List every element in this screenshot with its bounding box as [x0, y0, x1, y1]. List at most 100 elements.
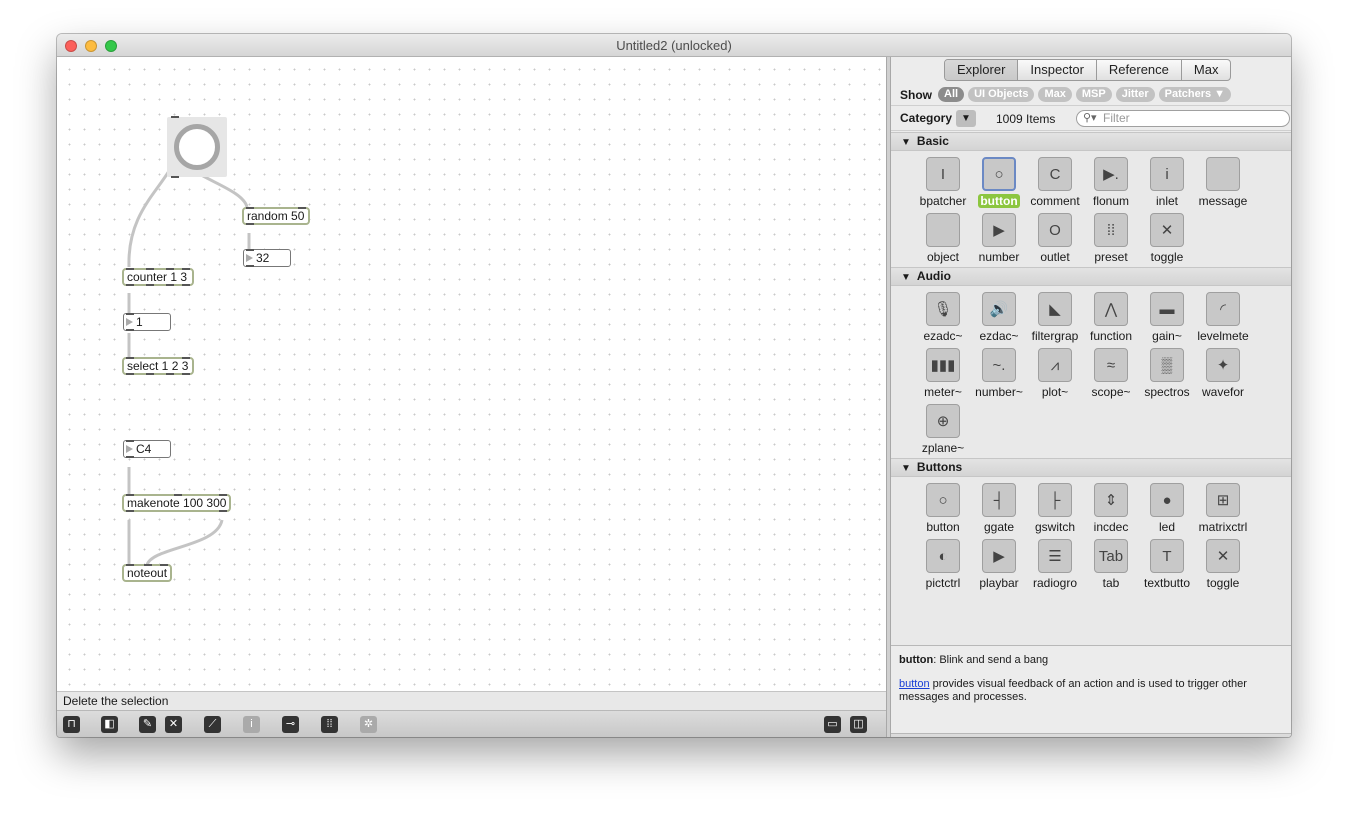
inlet[interactable]: [298, 207, 306, 209]
tab-reference[interactable]: Reference: [1097, 60, 1182, 80]
object-item[interactable]: Ooutlet: [1027, 211, 1083, 267]
inlet[interactable]: [166, 268, 174, 270]
disclosure-triangle-icon[interactable]: ▼: [901, 272, 911, 283]
outlet[interactable]: [146, 373, 154, 375]
outlet[interactable]: [126, 284, 134, 286]
inlet[interactable]: [160, 564, 168, 566]
object-item[interactable]: ⋀ function: [1083, 290, 1139, 346]
counter-object[interactable]: counter 1 3: [122, 268, 194, 286]
inlet[interactable]: [126, 494, 134, 496]
object-item[interactable]: ▒ spectros: [1139, 346, 1195, 402]
inlet[interactable]: [146, 268, 154, 270]
inlet[interactable]: [219, 494, 227, 496]
inlet[interactable]: [144, 564, 152, 566]
outlet[interactable]: [182, 284, 190, 286]
disclosure-triangle-icon[interactable]: ▼: [901, 463, 911, 474]
inlet[interactable]: [182, 357, 190, 359]
outlet[interactable]: [126, 373, 134, 375]
bang-button-object[interactable]: [167, 116, 227, 178]
category-dropdown[interactable]: ▼: [956, 110, 976, 127]
lock-icon[interactable]: ⊓: [63, 716, 80, 733]
object-item[interactable]: ✦ wavefor: [1195, 346, 1251, 402]
outlet[interactable]: [246, 223, 254, 225]
object-item[interactable]: 🎙 ezadc~: [915, 290, 971, 346]
note-number-box[interactable]: C4: [123, 440, 171, 458]
outlet[interactable]: [126, 329, 134, 331]
select-object[interactable]: select 1 2 3: [122, 357, 194, 375]
disclosure-triangle-icon[interactable]: ▼: [901, 137, 911, 148]
outlet[interactable]: [126, 456, 134, 458]
reference-link[interactable]: button: [899, 678, 930, 690]
inlet[interactable]: [126, 313, 134, 315]
inlet[interactable]: [246, 249, 254, 251]
object-item[interactable]: ▶ playbar: [971, 537, 1027, 593]
object-item[interactable]: 🔊 ezdac~: [971, 290, 1027, 346]
object-item[interactable]: Ibpatcher: [915, 155, 971, 211]
filter-msp[interactable]: MSP: [1075, 87, 1112, 102]
inlet[interactable]: [126, 440, 134, 442]
tab-max[interactable]: Max: [1182, 60, 1231, 80]
random-number-box[interactable]: 32: [243, 249, 291, 267]
snapshot-icon[interactable]: ✲: [360, 716, 377, 733]
filter-jitter[interactable]: Jitter: [1115, 87, 1155, 102]
object-item[interactable]: ◣ filtergrap: [1027, 290, 1083, 346]
object-browser[interactable]: ▼ Basic Ibpatcher ○ button Ccomment ▶. flonum i i…: [891, 132, 1291, 645]
title-bar[interactable]: Untitled2 (unlocked): [57, 34, 1291, 57]
tab-inspector[interactable]: Inspector: [1018, 60, 1097, 80]
object-item[interactable]: ▬ gain~: [1139, 290, 1195, 346]
inlet[interactable]: [174, 494, 182, 496]
object-item[interactable]: ⩘ plot~: [1027, 346, 1083, 402]
object-item[interactable]: ▶. flonum: [1083, 155, 1139, 211]
presentation-icon[interactable]: ◧: [101, 716, 118, 733]
object-item[interactable]: ~. number~: [971, 346, 1027, 402]
outlet[interactable]: [171, 176, 179, 178]
outlet[interactable]: [146, 284, 154, 286]
inlet[interactable]: [126, 357, 134, 359]
object-item[interactable]: ⊕ zplane~: [915, 402, 971, 458]
filter-ui-objects[interactable]: UI Objects: [968, 87, 1035, 102]
object-item[interactable]: ⊞ matrixctrl: [1195, 481, 1251, 537]
object-item[interactable]: ⇕ incdec: [1083, 481, 1139, 537]
inlet[interactable]: [126, 564, 134, 566]
object-item[interactable]: ├ gswitch: [1027, 481, 1083, 537]
outlet[interactable]: [126, 510, 134, 512]
patcher-canvas[interactable]: random 50 32 counter 1 3 1 select 1 2 3 …: [57, 57, 886, 691]
outlet[interactable]: [219, 510, 227, 512]
object-item[interactable]: Ccomment: [1027, 155, 1083, 211]
inlet[interactable]: [171, 116, 179, 118]
filter-patchers[interactable]: Patchers ▼: [1158, 87, 1232, 102]
object-item[interactable]: ┤ ggate: [971, 481, 1027, 537]
filter-all[interactable]: All: [938, 87, 965, 102]
object-item[interactable]: message: [1195, 155, 1251, 211]
debug-icon[interactable]: ⟋: [204, 716, 221, 733]
layout-bottom-icon[interactable]: ▭: [824, 716, 841, 733]
outlet[interactable]: [166, 373, 174, 375]
grid-icon[interactable]: ⁞⁞: [321, 716, 338, 733]
object-item[interactable]: ▮▮▮ meter~: [915, 346, 971, 402]
inlet[interactable]: [182, 268, 190, 270]
object-palette-icon[interactable]: ✎: [139, 716, 156, 733]
object-item[interactable]: Ttextbutto: [1139, 537, 1195, 593]
object-item[interactable]: ☰ radiogro: [1027, 537, 1083, 593]
random-object[interactable]: random 50: [242, 207, 310, 225]
inlet[interactable]: [126, 268, 134, 270]
object-item[interactable]: Tab tab: [1083, 537, 1139, 593]
object-item[interactable]: i inlet: [1139, 155, 1195, 211]
tab-explorer[interactable]: Explorer: [945, 60, 1019, 80]
object-item[interactable]: ◜ levelmete: [1195, 290, 1251, 346]
layout-side-icon[interactable]: ◫: [850, 716, 867, 733]
object-item[interactable]: ✕ toggle: [1195, 537, 1251, 593]
object-item[interactable]: ▶ number: [971, 211, 1027, 267]
object-item[interactable]: ○ button: [971, 155, 1027, 211]
counter-number-box[interactable]: 1: [123, 313, 171, 331]
outlet[interactable]: [182, 373, 190, 375]
delete-icon[interactable]: ✕: [165, 716, 182, 733]
outlet[interactable]: [166, 284, 174, 286]
object-item[interactable]: ○ button: [915, 481, 971, 537]
inlet[interactable]: [246, 207, 254, 209]
object-item[interactable]: ≈ scope~: [1083, 346, 1139, 402]
info-icon[interactable]: i: [243, 716, 260, 733]
slider-icon[interactable]: ⊸: [282, 716, 299, 733]
object-item[interactable]: ✕ toggle: [1139, 211, 1195, 267]
filter-max[interactable]: Max: [1038, 87, 1072, 102]
